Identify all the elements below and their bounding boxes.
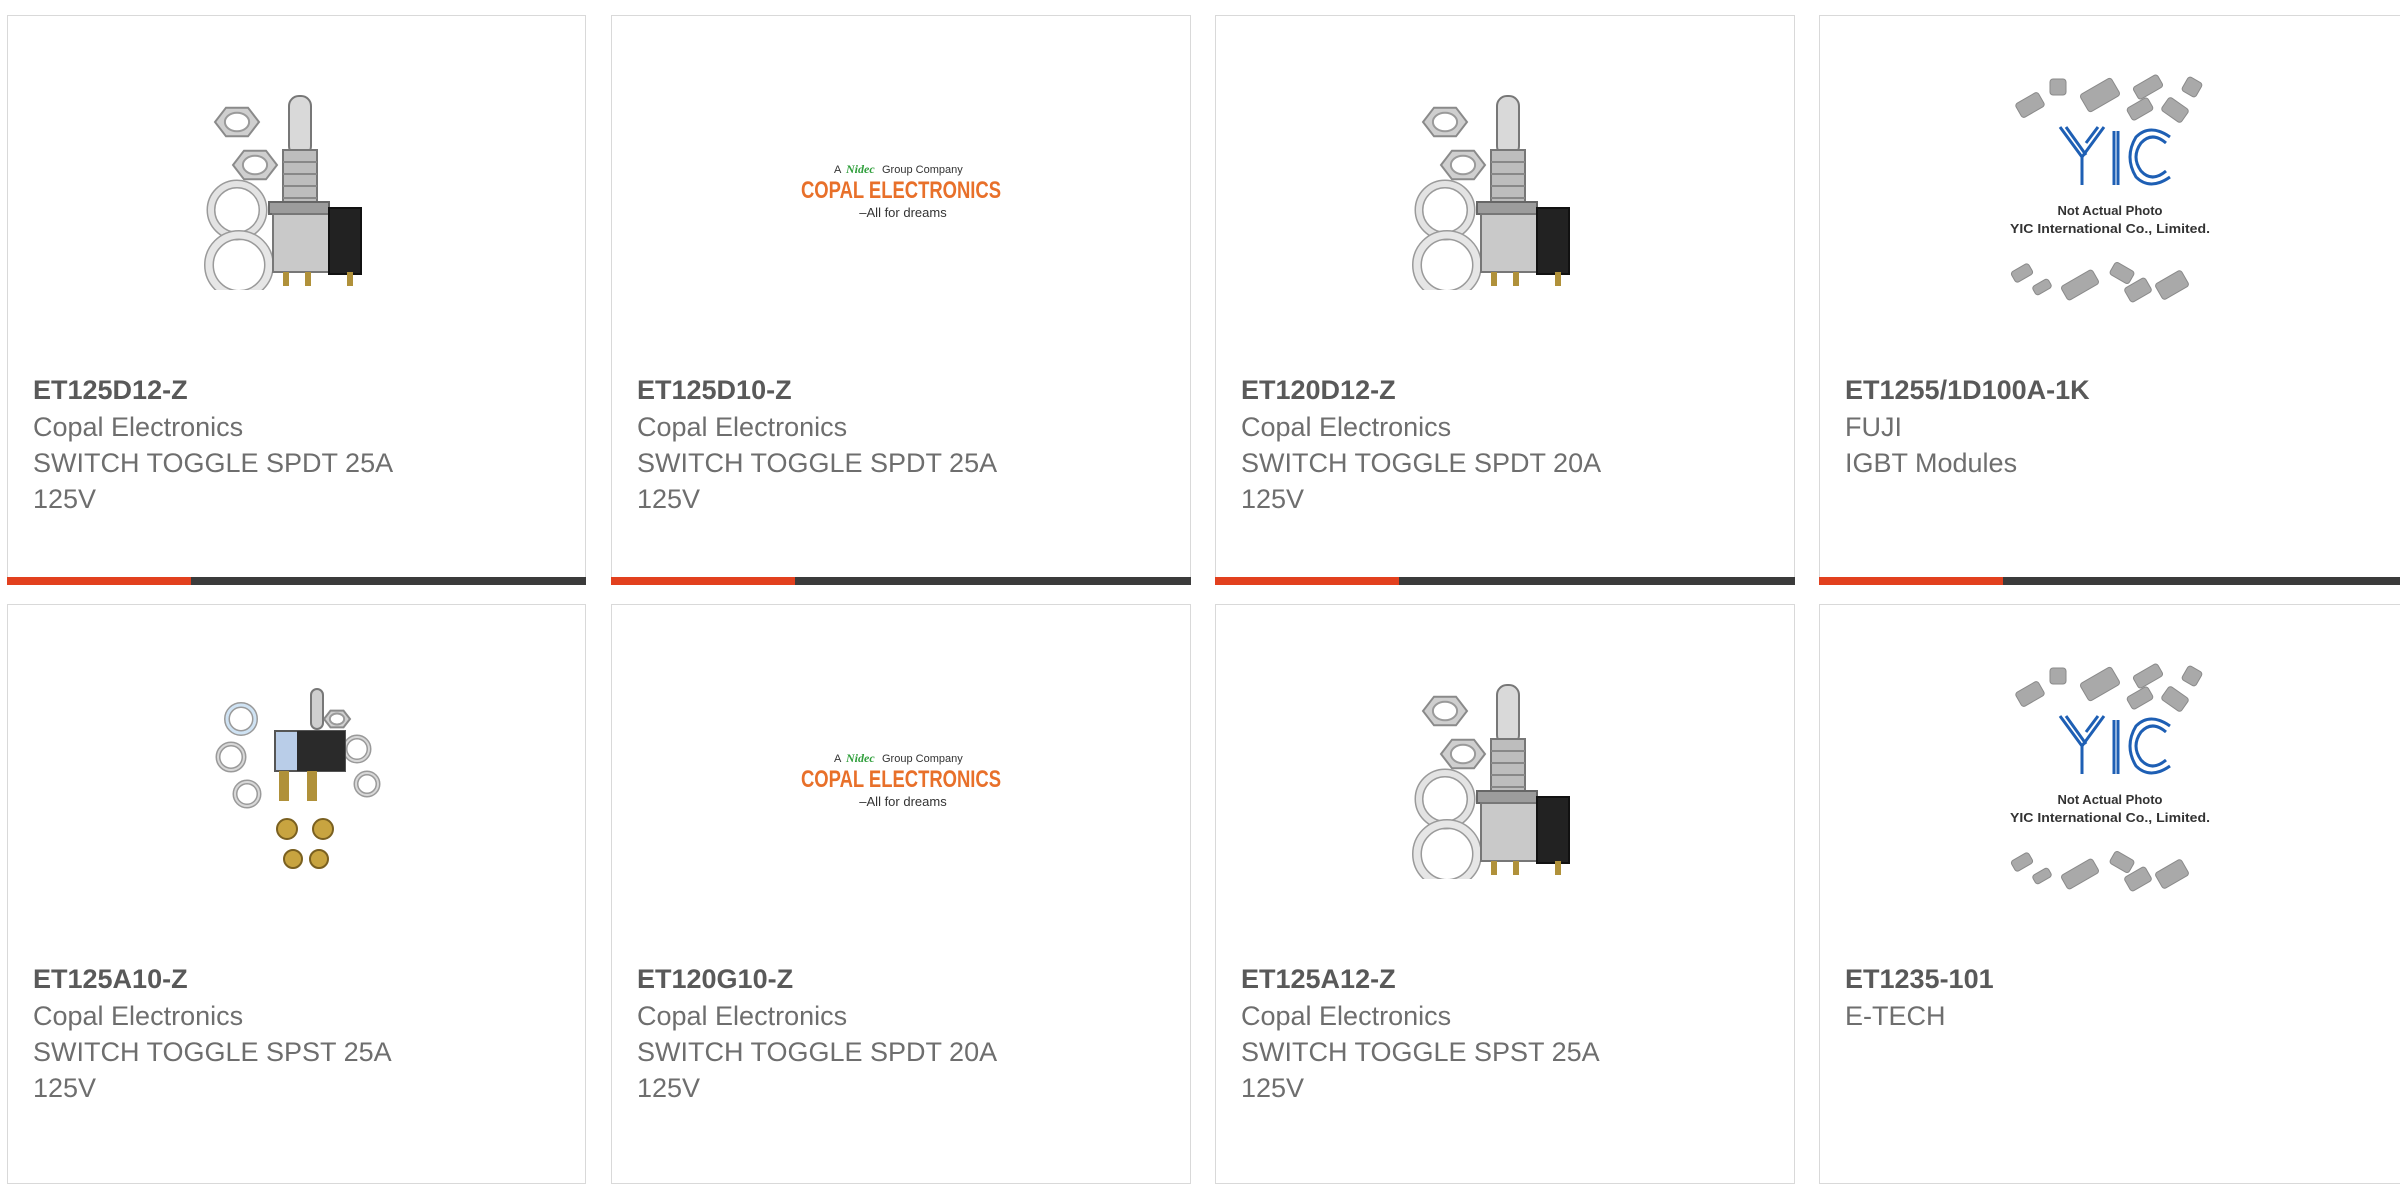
manufacturer: FUJI: [1845, 412, 1902, 442]
description: SWITCH TOGGLE SPDT 20A 125V: [637, 1037, 998, 1103]
product-info: ET1235-101 E-TECH: [1845, 960, 2380, 1034]
svg-text:COPAL ELECTRONICS: COPAL ELECTRONICS: [801, 177, 1001, 204]
product-image[interactable]: [8, 669, 585, 889]
product-info: ET125A10-Z Copal Electronics SWITCH TOGG…: [33, 960, 565, 1106]
product-card[interactable]: ET125D12-Z Copal Electronics SWITCH TOGG…: [7, 15, 586, 585]
description: SWITCH TOGGLE SPDT 20A 125V: [1241, 448, 1602, 514]
product-card[interactable]: ET120D12-Z Copal Electronics SWITCH TOGG…: [1215, 15, 1795, 585]
product-info: ET1255/1D100A-1K FUJI IGBT Modules: [1845, 371, 2380, 481]
svg-text:–All for dreams: –All for dreams: [859, 794, 947, 809]
product-image[interactable]: Not Actual Photo YIC International Co., …: [1820, 663, 2400, 892]
product-info: ET125D12-Z Copal Electronics SWITCH TOGG…: [33, 371, 565, 517]
toggle-switch-icon: [203, 95, 362, 290]
product-info: ET120G10-Z Copal Electronics SWITCH TOGG…: [637, 960, 1170, 1106]
svg-text:Not Actual Photo: Not Actual Photo: [2058, 203, 2163, 218]
part-number[interactable]: ET1255/1D100A-1K: [1845, 371, 2380, 409]
product-info: ET125D10-Z Copal Electronics SWITCH TOGG…: [637, 371, 1170, 517]
svg-text:A: A: [834, 753, 842, 765]
card-accent-bar: [7, 577, 586, 585]
svg-text:A: A: [834, 164, 842, 176]
product-info: ET125A12-Z Copal Electronics SWITCH TOGG…: [1241, 960, 1774, 1106]
product-card[interactable]: A Nidec Group Company COPAL ELECTRONICS …: [611, 15, 1191, 585]
copal-electronics-logo: A Nidec Group Company COPAL ELECTRONICS …: [801, 751, 1001, 809]
product-image[interactable]: [8, 80, 585, 300]
svg-text:YIC International Co., Limited: YIC International Co., Limited.: [2010, 810, 2210, 825]
manufacturer: Copal Electronics: [1241, 1001, 1452, 1031]
product-info: ET120D12-Z Copal Electronics SWITCH TOGG…: [1241, 371, 1774, 517]
manufacturer: Copal Electronics: [1241, 412, 1452, 442]
card-accent-bar: [1819, 577, 2400, 585]
manufacturer: Copal Electronics: [637, 1001, 848, 1031]
product-card[interactable]: ET125A12-Z Copal Electronics SWITCH TOGG…: [1215, 604, 1795, 1184]
manufacturer: Copal Electronics: [33, 412, 244, 442]
part-number[interactable]: ET125D10-Z: [637, 371, 1170, 409]
yic-placeholder-image: Not Actual Photo YIC International Co., …: [2010, 663, 2210, 892]
product-image[interactable]: A Nidec Group Company COPAL ELECTRONICS …: [612, 80, 1190, 300]
product-image[interactable]: A Nidec Group Company COPAL ELECTRONICS …: [612, 669, 1190, 889]
card-accent-bar: [1215, 577, 1795, 585]
manufacturer: Copal Electronics: [637, 412, 848, 442]
toggle-switch-icon: [1412, 684, 1570, 879]
part-number[interactable]: ET1235-101: [1845, 960, 2380, 998]
svg-text:Group Company: Group Company: [882, 753, 963, 765]
svg-text:Nidec: Nidec: [845, 751, 875, 765]
toggle-switch-icon: [1412, 95, 1570, 290]
part-number[interactable]: ET120G10-Z: [637, 960, 1170, 998]
product-card[interactable]: Not Actual Photo YIC International Co., …: [1819, 15, 2400, 585]
svg-text:COPAL ELECTRONICS: COPAL ELECTRONICS: [801, 766, 1001, 793]
description: SWITCH TOGGLE SPST 25A 125V: [1241, 1037, 1600, 1103]
manufacturer: E-TECH: [1845, 1001, 1946, 1031]
toggle-switch-kit-icon: [215, 688, 380, 869]
product-image[interactable]: [1216, 669, 1794, 889]
product-card[interactable]: ET125A10-Z Copal Electronics SWITCH TOGG…: [7, 604, 586, 1184]
part-number[interactable]: ET120D12-Z: [1241, 371, 1774, 409]
svg-text:Group Company: Group Company: [882, 164, 963, 176]
part-number[interactable]: ET125A12-Z: [1241, 960, 1774, 998]
description: IGBT Modules: [1845, 448, 2018, 478]
product-card[interactable]: A Nidec Group Company COPAL ELECTRONICS …: [611, 604, 1191, 1184]
part-number[interactable]: ET125A10-Z: [33, 960, 565, 998]
product-image[interactable]: Not Actual Photo YIC International Co., …: [1820, 74, 2400, 303]
description: SWITCH TOGGLE SPDT 25A 125V: [33, 448, 394, 514]
description: SWITCH TOGGLE SPDT 25A 125V: [637, 448, 998, 514]
copal-electronics-logo: A Nidec Group Company COPAL ELECTRONICS …: [801, 162, 1001, 220]
description: SWITCH TOGGLE SPST 25A 125V: [33, 1037, 392, 1103]
svg-text:Nidec: Nidec: [845, 162, 875, 176]
svg-text:–All for dreams: –All for dreams: [859, 205, 947, 220]
part-number[interactable]: ET125D12-Z: [33, 371, 565, 409]
svg-text:Not Actual Photo: Not Actual Photo: [2058, 792, 2163, 807]
product-card[interactable]: Not Actual Photo YIC International Co., …: [1819, 604, 2400, 1184]
card-accent-bar: [611, 577, 1191, 585]
product-image[interactable]: [1216, 80, 1794, 300]
manufacturer: Copal Electronics: [33, 1001, 244, 1031]
svg-text:YIC International Co., Limited: YIC International Co., Limited.: [2010, 221, 2210, 236]
yic-placeholder-image: Not Actual Photo YIC International Co., …: [2010, 74, 2210, 303]
